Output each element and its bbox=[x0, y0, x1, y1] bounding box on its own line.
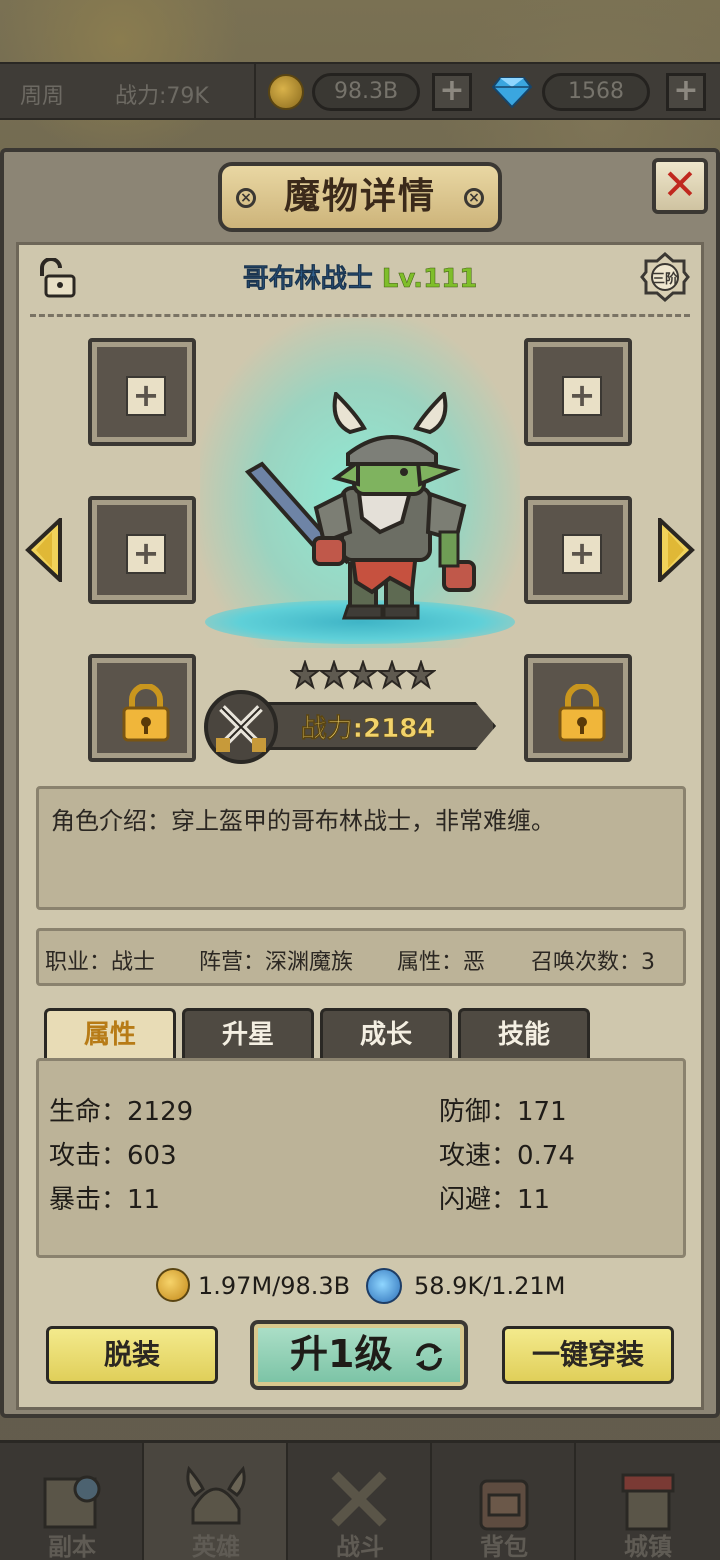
next-hero-arrow-icon[interactable] bbox=[656, 518, 696, 582]
equip-slot-3[interactable]: + bbox=[88, 496, 196, 604]
equip-all-button[interactable]: 一键穿装 bbox=[502, 1326, 674, 1384]
bolt-icon: × bbox=[236, 188, 256, 208]
nav-battle-label: 战斗 bbox=[336, 1533, 384, 1560]
title-plate: × 魔物详情 × bbox=[218, 162, 502, 232]
hero-level: Lv.111 bbox=[381, 264, 478, 295]
crossed-swords-icon bbox=[204, 690, 278, 764]
hero-info-row: 职业：战士 阵营：深渊魔族 属性：恶 召唤次数：3 bbox=[36, 928, 686, 986]
player-power: 战力:79K bbox=[115, 84, 209, 109]
tab-attributes[interactable]: 属性 bbox=[44, 1008, 176, 1060]
map-scroll-icon bbox=[43, 1475, 101, 1529]
equip-slot-4[interactable]: + bbox=[524, 496, 632, 604]
add-diamond-button[interactable]: + bbox=[666, 73, 706, 111]
hero-power: 战力:2184 bbox=[300, 714, 436, 745]
equip-slot-2[interactable]: + bbox=[524, 338, 632, 446]
nav-battle[interactable]: 战斗 bbox=[288, 1443, 432, 1560]
tab-growth[interactable]: 成长 bbox=[320, 1008, 452, 1060]
hero-name: 哥布林战士 bbox=[242, 264, 373, 295]
add-equip-icon: + bbox=[126, 534, 166, 574]
stat-hp: 生命：2129 bbox=[49, 1097, 194, 1127]
add-equip-icon: + bbox=[562, 534, 602, 574]
refresh-icon bbox=[416, 1343, 442, 1371]
previous-hero-arrow-icon[interactable] bbox=[24, 518, 64, 582]
faction-info: 阵营：深渊魔族 bbox=[199, 950, 354, 975]
tab-skills[interactable]: 技能 bbox=[458, 1008, 590, 1060]
bolt-icon: × bbox=[464, 188, 484, 208]
backpack-icon bbox=[479, 1479, 529, 1531]
equip-slot-locked-2[interactable] bbox=[524, 654, 632, 762]
summon-count-info: 召唤次数：3 bbox=[531, 950, 655, 975]
dialog-title: 魔物详情 bbox=[283, 176, 436, 217]
gold-cost: 1.97M/98.3B bbox=[198, 1272, 351, 1300]
stat-dodge: 闪避：11 bbox=[439, 1185, 551, 1215]
exp-orb-icon bbox=[366, 1268, 402, 1304]
grade-label: 三阶 bbox=[651, 272, 678, 287]
goblin-warrior-sprite bbox=[244, 392, 476, 620]
star-rating bbox=[290, 660, 436, 690]
shop-building-icon bbox=[621, 1473, 675, 1531]
gold-coin-icon bbox=[268, 74, 304, 110]
unequip-button[interactable]: 脱装 bbox=[46, 1326, 218, 1384]
description-box: 角色介绍：穿上盔甲的哥布林战士，非常难缠。 bbox=[36, 786, 686, 910]
nav-backpack[interactable]: 背包 bbox=[432, 1443, 576, 1560]
nav-town-label: 城镇 bbox=[624, 1533, 672, 1560]
level-up-label: 升1级 bbox=[290, 1332, 393, 1376]
divider bbox=[30, 314, 690, 317]
hero-title: 哥布林战士 Lv.111 bbox=[0, 258, 720, 295]
nav-heroes[interactable]: 英雄 bbox=[144, 1443, 288, 1560]
bottom-navigation: 副本 英雄 战斗 背包 城镇 bbox=[0, 1440, 720, 1560]
nav-dungeon[interactable]: 副本 bbox=[0, 1443, 144, 1560]
gold-coin-icon bbox=[156, 1268, 190, 1302]
stat-defense: 防御：171 bbox=[439, 1097, 567, 1127]
add-equip-icon: + bbox=[562, 376, 602, 416]
stat-attack-speed: 攻速：0.74 bbox=[439, 1141, 575, 1171]
equip-slot-locked-1[interactable] bbox=[88, 654, 196, 762]
attribute-info: 属性：恶 bbox=[397, 950, 486, 975]
nav-town[interactable]: 城镇 bbox=[576, 1443, 720, 1560]
diamond-icon bbox=[492, 77, 532, 108]
tab-star-up[interactable]: 升星 bbox=[182, 1008, 314, 1060]
exp-cost: 58.9K/1.21M bbox=[414, 1272, 566, 1300]
nav-dungeon-label: 副本 bbox=[48, 1533, 96, 1560]
padlock-icon bbox=[122, 684, 170, 742]
crossed-swords-icon bbox=[331, 1471, 387, 1527]
divider bbox=[254, 64, 256, 120]
equip-slot-1[interactable]: + bbox=[88, 338, 196, 446]
add-gold-button[interactable]: + bbox=[432, 73, 472, 111]
nav-backpack-label: 背包 bbox=[480, 1533, 528, 1560]
padlock-icon bbox=[558, 684, 606, 742]
job-info: 职业：战士 bbox=[45, 950, 156, 975]
close-button[interactable]: ✕ bbox=[652, 158, 708, 214]
horned-helmet-icon bbox=[186, 1465, 246, 1525]
stat-crit: 暴击：11 bbox=[49, 1185, 161, 1215]
resource-bar: 周周 战力:79K 98.3B + 1568 + bbox=[0, 62, 720, 120]
level-up-button[interactable]: 升1级 bbox=[250, 1320, 468, 1390]
nav-heroes-label: 英雄 bbox=[192, 1533, 240, 1560]
stats-panel: 生命：2129 防御：171 攻击：603 攻速：0.74 暴击：11 闪避：1… bbox=[36, 1058, 686, 1258]
player-name: 周周 bbox=[20, 84, 65, 109]
add-equip-icon: + bbox=[126, 376, 166, 416]
gold-amount: 98.3B bbox=[312, 73, 420, 111]
hero-description: 角色介绍：穿上盔甲的哥布林战士，非常难缠。 bbox=[51, 807, 555, 835]
diamond-amount: 1568 bbox=[542, 73, 650, 111]
stat-attack: 攻击：603 bbox=[49, 1141, 177, 1171]
